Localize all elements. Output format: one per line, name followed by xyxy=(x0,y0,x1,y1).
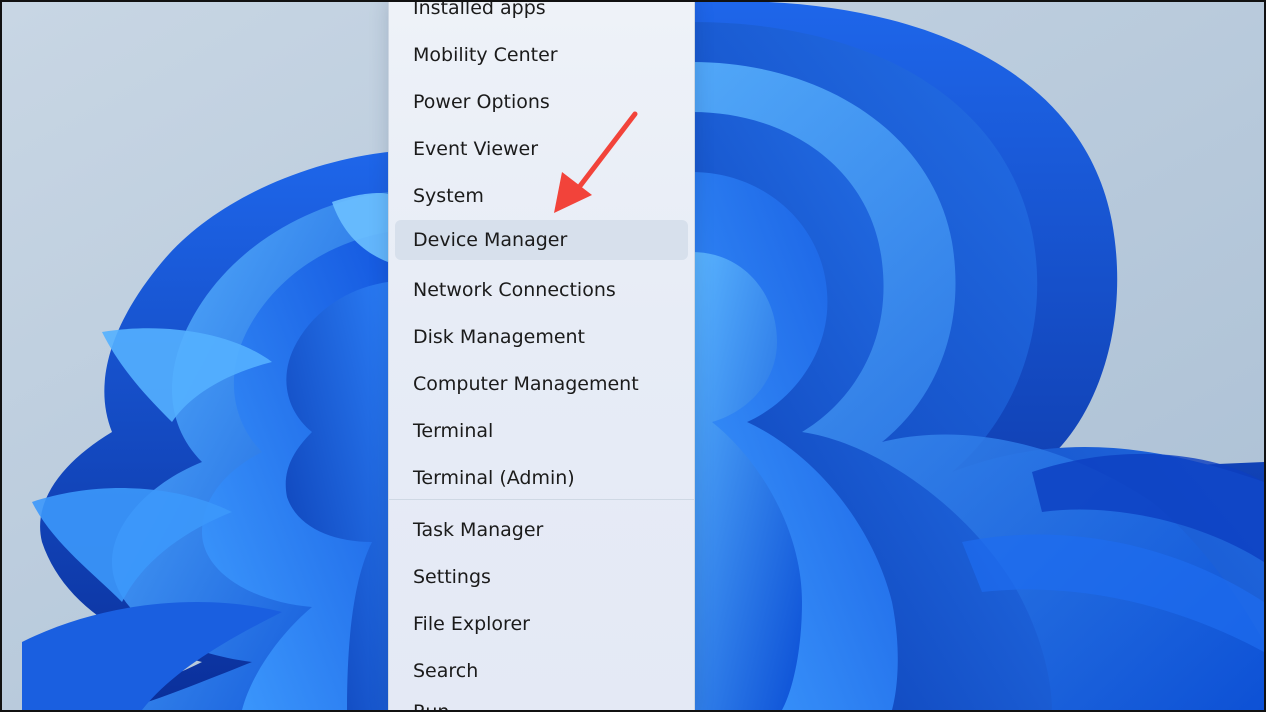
menu-item-label: System xyxy=(413,185,484,207)
menu-item-label: Installed apps xyxy=(413,0,546,19)
menu-item-terminal[interactable]: Terminal xyxy=(395,411,688,451)
menu-item-settings[interactable]: Settings xyxy=(395,557,688,597)
menu-item-mobility-center[interactable]: Mobility Center xyxy=(395,35,688,75)
menu-item-disk-management[interactable]: Disk Management xyxy=(395,317,688,357)
menu-item-search[interactable]: Search xyxy=(395,651,688,691)
menu-item-device-manager[interactable]: Device Manager xyxy=(395,220,688,260)
menu-item-label: Computer Management xyxy=(413,373,639,395)
menu-item-computer-management[interactable]: Computer Management xyxy=(395,364,688,404)
menu-item-label: Event Viewer xyxy=(413,138,539,160)
menu-separator xyxy=(389,499,694,500)
menu-item-power-options[interactable]: Power Options xyxy=(395,82,688,122)
menu-item-label: Disk Management xyxy=(413,326,586,348)
menu-item-network-connections[interactable]: Network Connections xyxy=(395,270,688,310)
menu-item-label: Terminal xyxy=(413,420,494,442)
menu-item-label: Power Options xyxy=(413,91,550,113)
menu-item-event-viewer[interactable]: Event Viewer xyxy=(395,129,688,169)
menu-item-label: Task Manager xyxy=(413,519,544,541)
menu-item-file-explorer[interactable]: File Explorer xyxy=(395,604,688,644)
screenshot-frame: Installed apps Mobility Center Power Opt… xyxy=(0,0,1266,712)
menu-item-label: Terminal (Admin) xyxy=(413,467,575,489)
menu-item-label: Run xyxy=(413,701,450,712)
menu-item-label: Mobility Center xyxy=(413,44,558,66)
context-menu: Installed apps Mobility Center Power Opt… xyxy=(388,0,695,712)
menu-item-installed-apps[interactable]: Installed apps xyxy=(395,0,688,28)
menu-item-label: Network Connections xyxy=(413,279,616,301)
menu-item-label: Settings xyxy=(413,566,491,588)
menu-item-task-manager[interactable]: Task Manager xyxy=(395,510,688,550)
menu-item-run[interactable]: Run xyxy=(395,692,688,712)
menu-item-label: Device Manager xyxy=(413,229,568,251)
menu-item-label: File Explorer xyxy=(413,613,530,635)
menu-item-terminal-admin[interactable]: Terminal (Admin) xyxy=(395,458,688,498)
menu-item-system[interactable]: System xyxy=(395,176,688,216)
menu-item-label: Search xyxy=(413,660,479,682)
